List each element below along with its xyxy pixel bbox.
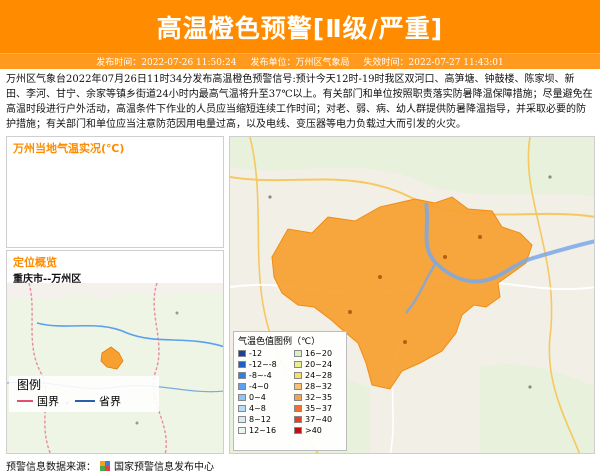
publish-unit: 发布单位：万州区气象局: [250, 58, 350, 68]
temperature-legend-items: -12 16~20 -12~-8 20~24 -8~-4 24~28 -4~0 28~32 0~…: [234, 349, 346, 435]
legend-label: -12~-8: [249, 360, 277, 369]
province-border-label: 省界: [99, 395, 121, 408]
legend-swatch: [238, 427, 246, 434]
temperature-legend: 气温色值图例（℃） -12 16~20 -12~-8 20~24 -8~-4 24~28-…: [233, 331, 347, 451]
legend-item: 0~4: [238, 393, 292, 402]
legend-item: -12: [238, 349, 292, 358]
legend-item: -4~0: [238, 382, 292, 391]
map-legend: 图例 国界 省界: [9, 376, 159, 412]
national-border-icon: [17, 400, 33, 402]
legend-item: 24~28: [294, 371, 348, 380]
warning-title: 高温橙色预警[Ⅱ级/严重]: [156, 13, 444, 43]
legend-item: -12~-8: [238, 360, 292, 369]
legend-label: -8~-4: [249, 371, 272, 380]
national-border-label: 国界: [37, 395, 59, 408]
legend-item: 16~20: [294, 349, 348, 358]
legend-label: 16~20: [305, 349, 333, 358]
source-logo-icon: [99, 460, 111, 471]
legend-swatch: [294, 427, 302, 434]
legend-swatch: [294, 416, 302, 423]
legend-item: 4~8: [238, 404, 292, 413]
legend-item: -8~-4: [238, 371, 292, 380]
legend-swatch: [238, 350, 246, 357]
publish-time: 发布时间：2022-07-26 11:50:24: [96, 58, 237, 68]
legend-item: 35~37: [294, 404, 348, 413]
legend-swatch: [238, 361, 246, 368]
legend-item: 28~32: [294, 382, 348, 391]
legend-swatch: [238, 383, 246, 390]
legend-swatch: [294, 383, 302, 390]
location-title: 定位概览: [13, 256, 57, 269]
legend-item: 20~24: [294, 360, 348, 369]
legend-swatch: [238, 394, 246, 401]
data-source-label: 预警信息数据来源：: [6, 462, 96, 471]
legend-label: 28~32: [305, 382, 333, 391]
legend-swatch: [294, 350, 302, 357]
legend-label: 8~12: [249, 415, 271, 424]
legend-swatch: [294, 372, 302, 379]
legend-label: 12~16: [249, 426, 277, 435]
legend-swatch: [238, 405, 246, 412]
warning-meta-bar: 发布时间：2022-07-26 11:50:24 发布单位：万州区气象局 失效时…: [0, 53, 600, 69]
legend-label: 0~4: [249, 393, 266, 402]
expire-time: 失效时间：2022-07-27 11:43:01: [363, 58, 504, 68]
legend-swatch: [294, 405, 302, 412]
province-border-icon: [75, 400, 95, 402]
legend-label: 37~40: [305, 415, 333, 424]
warning-content: 万州区气象台2022年07月26日11时34分发布高温橙色预警信号:预计今天12…: [6, 74, 593, 130]
legend-swatch: [294, 361, 302, 368]
legend-item: >40: [294, 426, 348, 435]
legend-item: 37~40: [294, 415, 348, 424]
legend-item: 8~12: [238, 415, 292, 424]
realtime-temp-panel: 万州当地气温实况(℃): [6, 136, 224, 248]
legend-label: 32~35: [305, 393, 333, 402]
data-source-name[interactable]: 国家预警信息发布中心: [114, 458, 214, 471]
legend-label: 24~28: [305, 371, 333, 380]
location-panel: 定位概览 重庆市--万州区 图例 国界 省界: [6, 250, 224, 454]
legend-swatch: [238, 416, 246, 423]
district-map[interactable]: 气温色值图例（℃） -12 16~20 -12~-8 20~24 -8~-4 24~28-…: [229, 136, 595, 454]
legend-label: 35~37: [305, 404, 333, 413]
temperature-legend-title: 气温色值图例（℃）: [238, 337, 321, 347]
legend-swatch: [294, 394, 302, 401]
warning-header: 高温橙色预警[Ⅱ级/严重]: [0, 0, 600, 53]
legend-label: -12: [249, 349, 263, 358]
legend-item: 32~35: [294, 393, 348, 402]
legend-swatch: [238, 372, 246, 379]
data-source: 预警信息数据来源： 国家预警信息发布中心: [6, 458, 214, 471]
legend-label: >40: [305, 426, 322, 435]
legend-item: 12~16: [238, 426, 292, 435]
legend-label: 20~24: [305, 360, 333, 369]
map-legend-title: 图例: [17, 378, 42, 392]
realtime-temp-title: 万州当地气温实况(℃): [13, 142, 125, 155]
legend-label: 4~8: [249, 404, 266, 413]
legend-label: -4~0: [249, 382, 269, 391]
location-overview-map[interactable]: [7, 283, 224, 454]
